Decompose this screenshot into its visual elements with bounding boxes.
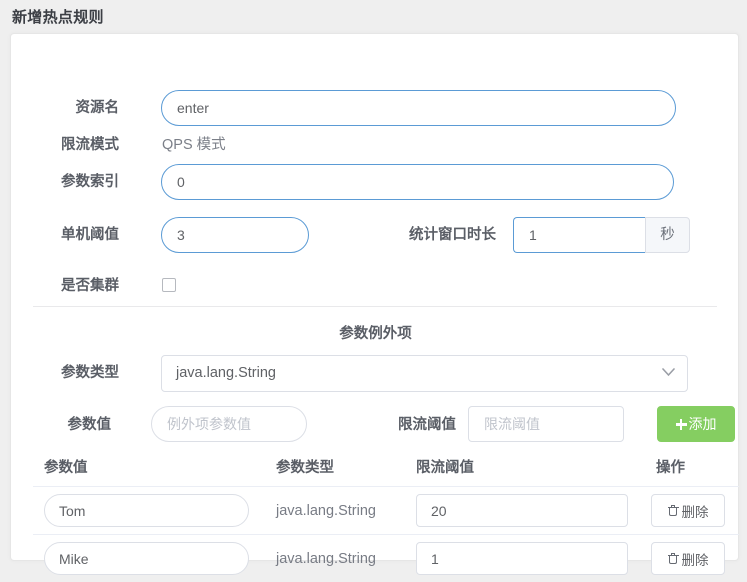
add-exception-button[interactable]: 添加	[657, 406, 735, 442]
exception-threshold-label: 限流阈值	[398, 417, 456, 433]
delete-row-button[interactable]: 删除	[651, 542, 725, 575]
window-input-group: 秒	[513, 217, 690, 253]
threshold-label: 单机阈值	[61, 227, 119, 243]
row-value-input[interactable]	[44, 542, 249, 575]
row-threshold-input[interactable]	[416, 494, 628, 527]
table-cell-value	[44, 535, 249, 582]
form-row-threshold: 单机阈值 统计窗口时长 秒	[11, 215, 738, 255]
page-title: 新增热点规则	[12, 9, 104, 26]
table-cell-action: 删除	[651, 487, 725, 534]
param-index-input[interactable]	[161, 164, 674, 200]
window-unit-suffix: 秒	[645, 217, 690, 253]
table-row: java.lang.String 删除	[33, 487, 739, 535]
resource-label: 资源名	[75, 100, 120, 116]
form-row-flow-mode: 限流模式 QPS 模式	[11, 125, 738, 165]
table-header-row: 参数值 参数类型 限流阈值 操作	[33, 454, 739, 487]
delete-button-label: 删除	[681, 552, 709, 568]
exception-value-input[interactable]	[151, 406, 307, 442]
exception-section-title: 参数例外项	[339, 326, 412, 342]
param-type-label: 参数类型	[61, 365, 119, 381]
table-cell-threshold	[416, 535, 628, 582]
window-label: 统计窗口时长	[409, 227, 496, 243]
trash-icon	[667, 504, 679, 517]
window-input[interactable]	[513, 217, 645, 253]
row-value-input[interactable]	[44, 494, 249, 527]
delete-button-label: 删除	[681, 504, 709, 520]
param-type-select-wrap[interactable]: java.lang.String	[161, 355, 688, 392]
table-header-value: 参数值	[44, 460, 88, 476]
cluster-checkbox[interactable]	[162, 278, 176, 292]
add-button-label: 添加	[688, 416, 717, 432]
table-cell-action: 删除	[651, 535, 725, 582]
param-type-select[interactable]: java.lang.String	[161, 355, 688, 392]
delete-row-button[interactable]: 删除	[651, 494, 725, 527]
table-header-type: 参数类型	[276, 460, 334, 476]
exception-value-label: 参数值	[67, 417, 112, 433]
plus-icon	[675, 419, 687, 430]
trash-icon	[667, 552, 679, 565]
table-header-action: 操作	[656, 460, 685, 476]
section-divider	[33, 306, 717, 307]
row-threshold-input[interactable]	[416, 542, 628, 575]
form-row-cluster: 是否集群	[11, 266, 738, 306]
exception-table: 参数值 参数类型 限流阈值 操作 java.lang.String 删除	[33, 454, 739, 582]
exception-threshold-input[interactable]	[468, 406, 624, 442]
form-row-exception-entry: 参数值 限流阈值 添加	[11, 405, 738, 445]
flow-mode-value: QPS 模式	[162, 137, 226, 153]
form-row-param-type: 参数类型 java.lang.String	[11, 353, 738, 393]
flow-mode-label: 限流模式	[61, 137, 119, 153]
table-cell-value	[44, 487, 249, 534]
table-cell-type: java.lang.String	[276, 550, 376, 567]
table-cell-type: java.lang.String	[276, 502, 376, 519]
cluster-label: 是否集群	[61, 278, 119, 294]
table-cell-threshold	[416, 487, 628, 534]
hotspot-rule-form-panel: 资源名 限流模式 QPS 模式 参数索引 单机阈值 统计窗口时长 秒 是否集群 …	[10, 33, 739, 575]
param-index-label: 参数索引	[61, 174, 119, 190]
resource-input[interactable]	[161, 90, 676, 126]
form-row-resource: 资源名	[11, 88, 738, 128]
threshold-input[interactable]	[161, 217, 309, 253]
form-row-param-index: 参数索引	[11, 162, 738, 202]
table-row: java.lang.String 删除	[33, 535, 739, 582]
table-header-threshold: 限流阈值	[416, 460, 474, 476]
